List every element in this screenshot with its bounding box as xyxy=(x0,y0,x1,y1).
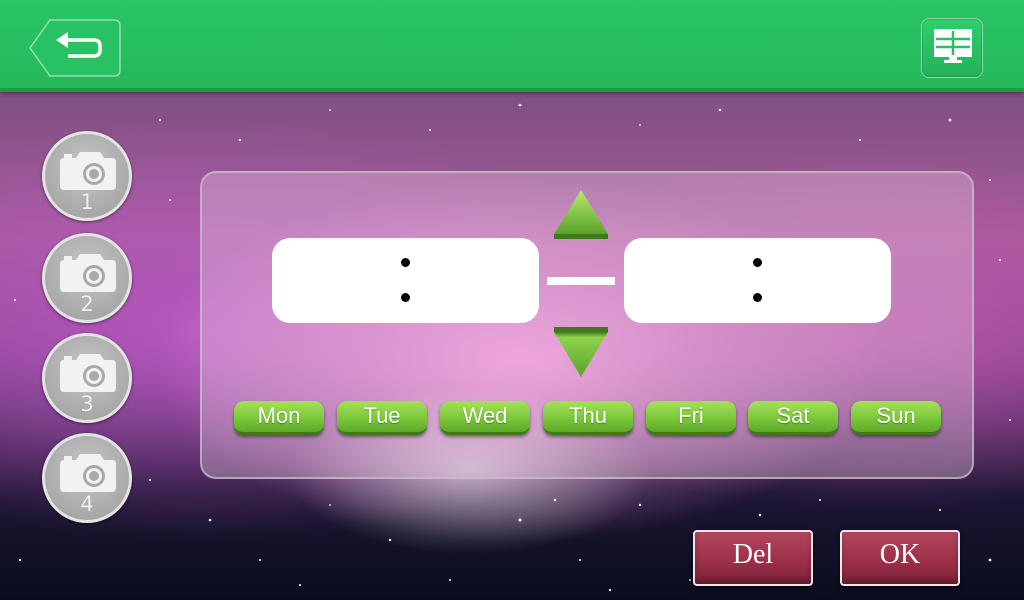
camera-icon xyxy=(60,254,116,292)
camera-icon xyxy=(60,152,116,190)
delete-button[interactable]: Del xyxy=(693,530,813,586)
end-time-field[interactable]: : xyxy=(624,238,891,323)
camera-number: 4 xyxy=(80,492,94,516)
start-time-colon: : xyxy=(400,256,410,306)
top-bar xyxy=(0,0,1024,92)
camera-2-button[interactable]: 2 xyxy=(42,233,132,323)
time-range-dash: — xyxy=(547,277,615,285)
day-button-tue[interactable]: Tue xyxy=(337,401,427,435)
day-button-fri[interactable]: Fri xyxy=(646,401,736,435)
ok-button[interactable]: OK xyxy=(840,530,960,586)
day-button-thu[interactable]: Thu xyxy=(543,401,633,435)
camera-number: 1 xyxy=(80,190,94,214)
start-time-field[interactable]: : xyxy=(272,238,539,323)
day-button-wed[interactable]: Wed xyxy=(440,401,530,435)
triangle-down-icon xyxy=(554,327,608,377)
camera-number: 2 xyxy=(80,292,94,316)
camera-number: 3 xyxy=(80,392,94,416)
back-button[interactable] xyxy=(28,18,122,78)
day-button-sat[interactable]: Sat xyxy=(748,401,838,435)
app-screen: 1 2 3 4 Mon Tue Wed Thu Fri Sat Sun Del … xyxy=(0,0,1024,600)
grid-layout-icon xyxy=(934,29,972,63)
camera-3-button[interactable]: 3 xyxy=(42,333,132,423)
camera-4-button[interactable]: 4 xyxy=(42,433,132,523)
time-down-button[interactable] xyxy=(552,327,610,377)
time-up-button[interactable] xyxy=(552,188,610,239)
camera-icon xyxy=(60,354,116,392)
end-time-colon: : xyxy=(752,256,762,306)
layout-button[interactable] xyxy=(921,18,983,78)
triangle-up-icon xyxy=(554,190,608,239)
camera-1-button[interactable]: 1 xyxy=(42,131,132,221)
day-button-mon[interactable]: Mon xyxy=(234,401,324,435)
day-button-sun[interactable]: Sun xyxy=(851,401,941,435)
camera-icon xyxy=(60,454,116,492)
